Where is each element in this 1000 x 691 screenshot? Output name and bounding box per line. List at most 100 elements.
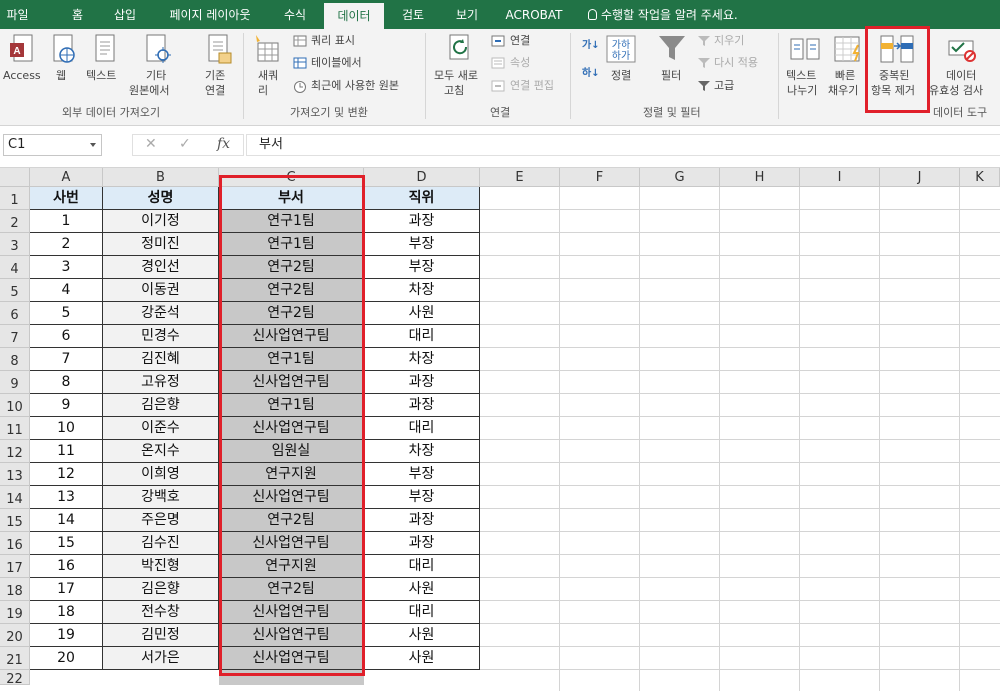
header-cell[interactable]: 직위 [364, 187, 480, 210]
sort-button[interactable]: 정렬 [611, 69, 631, 83]
table-cell[interactable]: 1 [30, 210, 103, 233]
table-cell[interactable]: 민경수 [103, 325, 219, 348]
sort-icon[interactable]: 가하 하가 [606, 35, 636, 63]
table-cell[interactable]: 주은명 [103, 509, 219, 532]
row-header-16[interactable]: 16 [0, 532, 30, 555]
data-validation-label-1[interactable]: 데이터 [946, 69, 976, 83]
table-cell[interactable]: 사원 [364, 578, 480, 601]
column-header-g[interactable]: G [640, 168, 720, 187]
refresh-all-label-2[interactable]: 고침 [444, 84, 464, 98]
access-button[interactable]: Access [3, 69, 41, 83]
table-cell[interactable]: 이희영 [103, 463, 219, 486]
table-cell[interactable]: 11 [30, 440, 103, 463]
web-icon[interactable] [50, 33, 78, 67]
row-header-14[interactable]: 14 [0, 486, 30, 509]
tab-data[interactable]: 데이터 [324, 3, 384, 29]
table-cell[interactable]: 고유정 [103, 371, 219, 394]
table-cell[interactable]: 부장 [364, 486, 480, 509]
from-table-button[interactable]: 테이블에서 [311, 56, 362, 70]
text-file-icon[interactable] [92, 33, 120, 67]
table-cell[interactable]: 차장 [364, 279, 480, 302]
flash-fill-label-1[interactable]: 빠른 [835, 69, 855, 83]
text-to-columns-label-2[interactable]: 나누기 [787, 84, 817, 98]
text-to-columns-icon[interactable] [790, 35, 820, 63]
flash-fill-icon[interactable] [834, 35, 864, 63]
tab-acrobat[interactable]: ACROBAT [500, 0, 568, 29]
table-cell[interactable]: 과장 [364, 394, 480, 417]
table-cell[interactable]: 김은향 [103, 394, 219, 417]
row-header-18[interactable]: 18 [0, 578, 30, 601]
advanced-button[interactable]: 고급 [714, 79, 734, 93]
table-cell[interactable]: 17 [30, 578, 103, 601]
table-cell[interactable]: 8 [30, 371, 103, 394]
flash-fill-label-2[interactable]: 채우기 [828, 84, 858, 98]
existing-label-1[interactable]: 기존 [205, 69, 225, 83]
table-cell[interactable]: 서가은 [103, 647, 219, 670]
table-cell[interactable]: 15 [30, 532, 103, 555]
table-cell[interactable]: 20 [30, 647, 103, 670]
table-cell[interactable]: 3 [30, 256, 103, 279]
table-cell[interactable]: 부장 [364, 256, 480, 279]
column-header-d[interactable]: D [364, 168, 480, 187]
new-query-label-2[interactable]: 리 [258, 84, 268, 98]
row-header-12[interactable]: 12 [0, 440, 30, 463]
header-cell[interactable]: 사번 [30, 187, 103, 210]
table-cell[interactable]: 대리 [364, 417, 480, 440]
table-cell[interactable]: 차장 [364, 348, 480, 371]
table-cell[interactable]: 4 [30, 279, 103, 302]
existing-connections-icon[interactable] [205, 33, 235, 67]
row-header-9[interactable]: 9 [0, 371, 30, 394]
row-header-15[interactable]: 15 [0, 509, 30, 532]
table-cell[interactable]: 이동권 [103, 279, 219, 302]
new-query-label-1[interactable]: 새쿼 [258, 69, 278, 83]
row-header-20[interactable]: 20 [0, 624, 30, 647]
row-header-4[interactable]: 4 [0, 256, 30, 279]
from-table-icon[interactable] [293, 57, 307, 69]
table-cell[interactable]: 13 [30, 486, 103, 509]
tab-insert[interactable]: 삽입 [104, 0, 146, 29]
column-header-h[interactable]: H [720, 168, 800, 187]
refresh-all-icon[interactable] [446, 33, 476, 67]
select-all-corner[interactable] [0, 168, 30, 187]
column-header-i[interactable]: I [800, 168, 880, 187]
name-box[interactable]: C1 [3, 134, 102, 156]
table-cell[interactable]: 정미진 [103, 233, 219, 256]
table-cell[interactable]: 전수창 [103, 601, 219, 624]
table-cell[interactable]: 박진형 [103, 555, 219, 578]
row-header-6[interactable]: 6 [0, 302, 30, 325]
other-sources-icon[interactable] [143, 33, 173, 67]
table-cell[interactable]: 과장 [364, 532, 480, 555]
table-cell[interactable]: 사원 [364, 647, 480, 670]
table-cell[interactable]: 19 [30, 624, 103, 647]
data-validation-icon[interactable] [948, 35, 978, 63]
filter-icon[interactable] [657, 34, 687, 64]
column-header-e[interactable]: E [480, 168, 560, 187]
table-cell[interactable]: 과장 [364, 509, 480, 532]
table-cell[interactable]: 경인선 [103, 256, 219, 279]
table-cell[interactable]: 김민정 [103, 624, 219, 647]
table-cell[interactable]: 사원 [364, 302, 480, 325]
row-header-11[interactable]: 11 [0, 417, 30, 440]
table-cell[interactable]: 사원 [364, 624, 480, 647]
cancel-icon[interactable]: ✕ [145, 136, 157, 152]
recent-sources-button[interactable]: 최근에 사용한 원본 [311, 79, 399, 93]
row-header-7[interactable]: 7 [0, 325, 30, 348]
text-to-columns-label-1[interactable]: 텍스트 [786, 69, 816, 83]
column-header-k[interactable]: K [960, 168, 1000, 187]
column-header-a[interactable]: A [30, 168, 103, 187]
table-cell[interactable]: 강백호 [103, 486, 219, 509]
table-cell[interactable]: 강준석 [103, 302, 219, 325]
column-header-f[interactable]: F [560, 168, 640, 187]
refresh-all-label-1[interactable]: 모두 새로 [434, 69, 478, 83]
table-cell[interactable]: 이준수 [103, 417, 219, 440]
row-header-1[interactable]: 1 [0, 187, 30, 210]
insert-function-icon[interactable]: fx [217, 136, 230, 152]
row-header-2[interactable]: 2 [0, 210, 30, 233]
tab-review[interactable]: 검토 [390, 0, 436, 29]
row-header-13[interactable]: 13 [0, 463, 30, 486]
column-header-j[interactable]: J [880, 168, 960, 187]
row-header-17[interactable]: 17 [0, 555, 30, 578]
tab-page-layout[interactable]: 페이지 레이아웃 [158, 0, 262, 29]
other-sources-label-1[interactable]: 기타 [146, 69, 166, 83]
table-cell[interactable]: 14 [30, 509, 103, 532]
